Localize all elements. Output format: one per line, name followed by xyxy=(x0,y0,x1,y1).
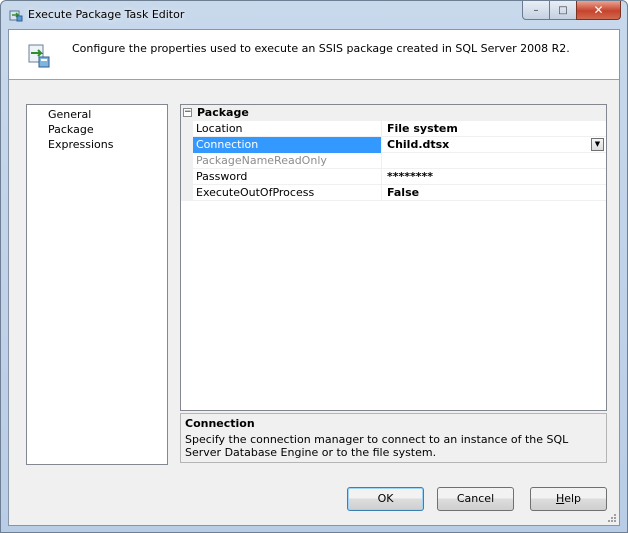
pages-list: General Package Expressions xyxy=(26,104,168,465)
property-row-password[interactable]: Password ******** xyxy=(193,169,606,185)
property-row-connection[interactable]: Connection Child.dtsx ▼ xyxy=(193,137,606,153)
grid-gutter xyxy=(181,121,193,201)
help-button[interactable]: Help xyxy=(530,487,607,511)
title-bar[interactable]: Execute Package Task Editor – □ ✕ xyxy=(1,1,627,29)
ok-button[interactable]: OK xyxy=(347,487,424,511)
property-value[interactable]: False xyxy=(383,185,606,201)
property-row-executeoutofprocess[interactable]: ExecuteOutOfProcess False xyxy=(193,185,606,201)
property-name: Location xyxy=(193,121,382,137)
cancel-button[interactable]: Cancel xyxy=(437,487,514,511)
property-name: ExecuteOutOfProcess xyxy=(193,185,382,201)
property-name: Connection xyxy=(193,137,382,153)
window-title: Execute Package Task Editor xyxy=(28,8,185,21)
description-panel: Connection Specify the connection manage… xyxy=(180,413,607,463)
property-name: PackageNameReadOnly xyxy=(193,153,382,169)
property-grid: − Package Location File system Connectio… xyxy=(180,104,607,411)
page-item-general[interactable]: General xyxy=(48,108,91,121)
page-item-package[interactable]: Package xyxy=(48,123,94,136)
dialog-window: Execute Package Task Editor – □ ✕ Config… xyxy=(0,0,628,533)
dialog-client-area: Configure the properties used to execute… xyxy=(8,29,620,526)
property-value[interactable]: File system xyxy=(383,121,606,137)
description-text: Specify the connection manager to connec… xyxy=(185,433,569,459)
package-task-icon xyxy=(28,44,50,68)
property-row-packagenamereadonly[interactable]: PackageNameReadOnly xyxy=(193,153,606,169)
caption-buttons: – □ ✕ xyxy=(522,1,621,20)
property-name: Password xyxy=(193,169,382,185)
category-label: Package xyxy=(197,106,249,119)
package-task-icon xyxy=(9,10,23,22)
property-value xyxy=(383,153,606,169)
help-mnemonic: H xyxy=(555,492,565,505)
dropdown-arrow-icon[interactable]: ▼ xyxy=(591,138,604,151)
property-value: Child.dtsx xyxy=(387,138,450,151)
minimize-button[interactable]: – xyxy=(522,1,549,20)
description-title: Connection xyxy=(185,417,255,430)
category-row-package[interactable]: − Package xyxy=(181,105,606,121)
collapse-toggle[interactable]: − xyxy=(183,108,192,117)
resize-grip-icon[interactable] xyxy=(607,513,617,523)
property-row-location[interactable]: Location File system xyxy=(193,121,606,137)
page-item-expressions[interactable]: Expressions xyxy=(48,138,113,151)
header-description: Configure the properties used to execute… xyxy=(72,42,570,55)
property-value[interactable]: ******** xyxy=(383,169,606,185)
property-value-connection[interactable]: Child.dtsx ▼ xyxy=(383,137,606,153)
header-panel: Configure the properties used to execute… xyxy=(9,30,619,80)
close-button[interactable]: ✕ xyxy=(576,1,621,20)
help-label: elp xyxy=(564,492,582,505)
maximize-button[interactable]: □ xyxy=(549,1,576,20)
